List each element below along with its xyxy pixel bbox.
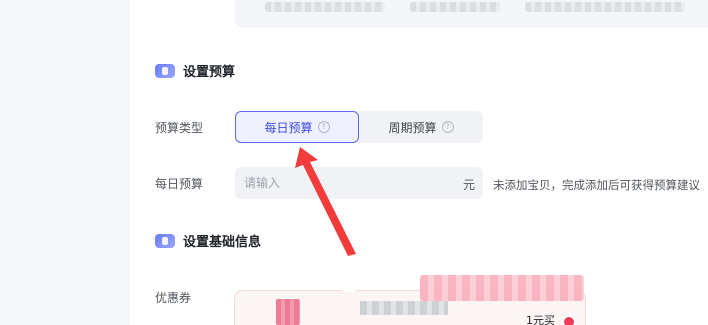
daily-budget-label: 每日预算 (155, 177, 204, 191)
budget-hint: 未添加宝贝，完成添加后可获得预算建议 (493, 178, 700, 192)
coupon-notch (343, 286, 355, 292)
blurred-text (525, 2, 685, 12)
budget-type-label: 预算类型 (155, 121, 204, 135)
section-title-text: 设置基础信息 (183, 235, 262, 250)
blurred-info-box (235, 0, 708, 28)
left-gutter (0, 0, 130, 325)
budget-section-title: 设置预算 (155, 61, 235, 80)
form-panel (130, 0, 708, 325)
daily-budget-input[interactable] (235, 167, 483, 199)
option-label: 周期预算 (388, 120, 437, 135)
basic-info-section-title: 设置基础信息 (155, 231, 261, 250)
blurred-text (410, 2, 500, 12)
blurred-text (265, 2, 385, 12)
coupon-thumbnail (276, 299, 300, 325)
ticket-icon (155, 63, 175, 78)
blurred-coupon-text (360, 301, 448, 315)
currency-unit: 元 (463, 178, 476, 192)
coupon-price: 1元买 (526, 314, 555, 325)
section-title-text: 设置预算 (183, 65, 236, 80)
period-budget-option[interactable]: 周期预算 ? (359, 111, 483, 143)
daily-budget-option[interactable]: 每日预算 ? (235, 111, 359, 143)
remove-badge-icon[interactable] (562, 315, 576, 325)
help-icon[interactable]: ? (317, 121, 330, 133)
help-icon[interactable]: ? (441, 121, 454, 133)
option-label: 每日预算 (264, 120, 313, 135)
budget-type-toggle: 每日预算 ? 周期预算 ? (235, 111, 483, 143)
blurred-coupon-banner (420, 275, 584, 301)
disc-icon (155, 233, 175, 248)
coupon-label: 优惠券 (155, 291, 192, 305)
